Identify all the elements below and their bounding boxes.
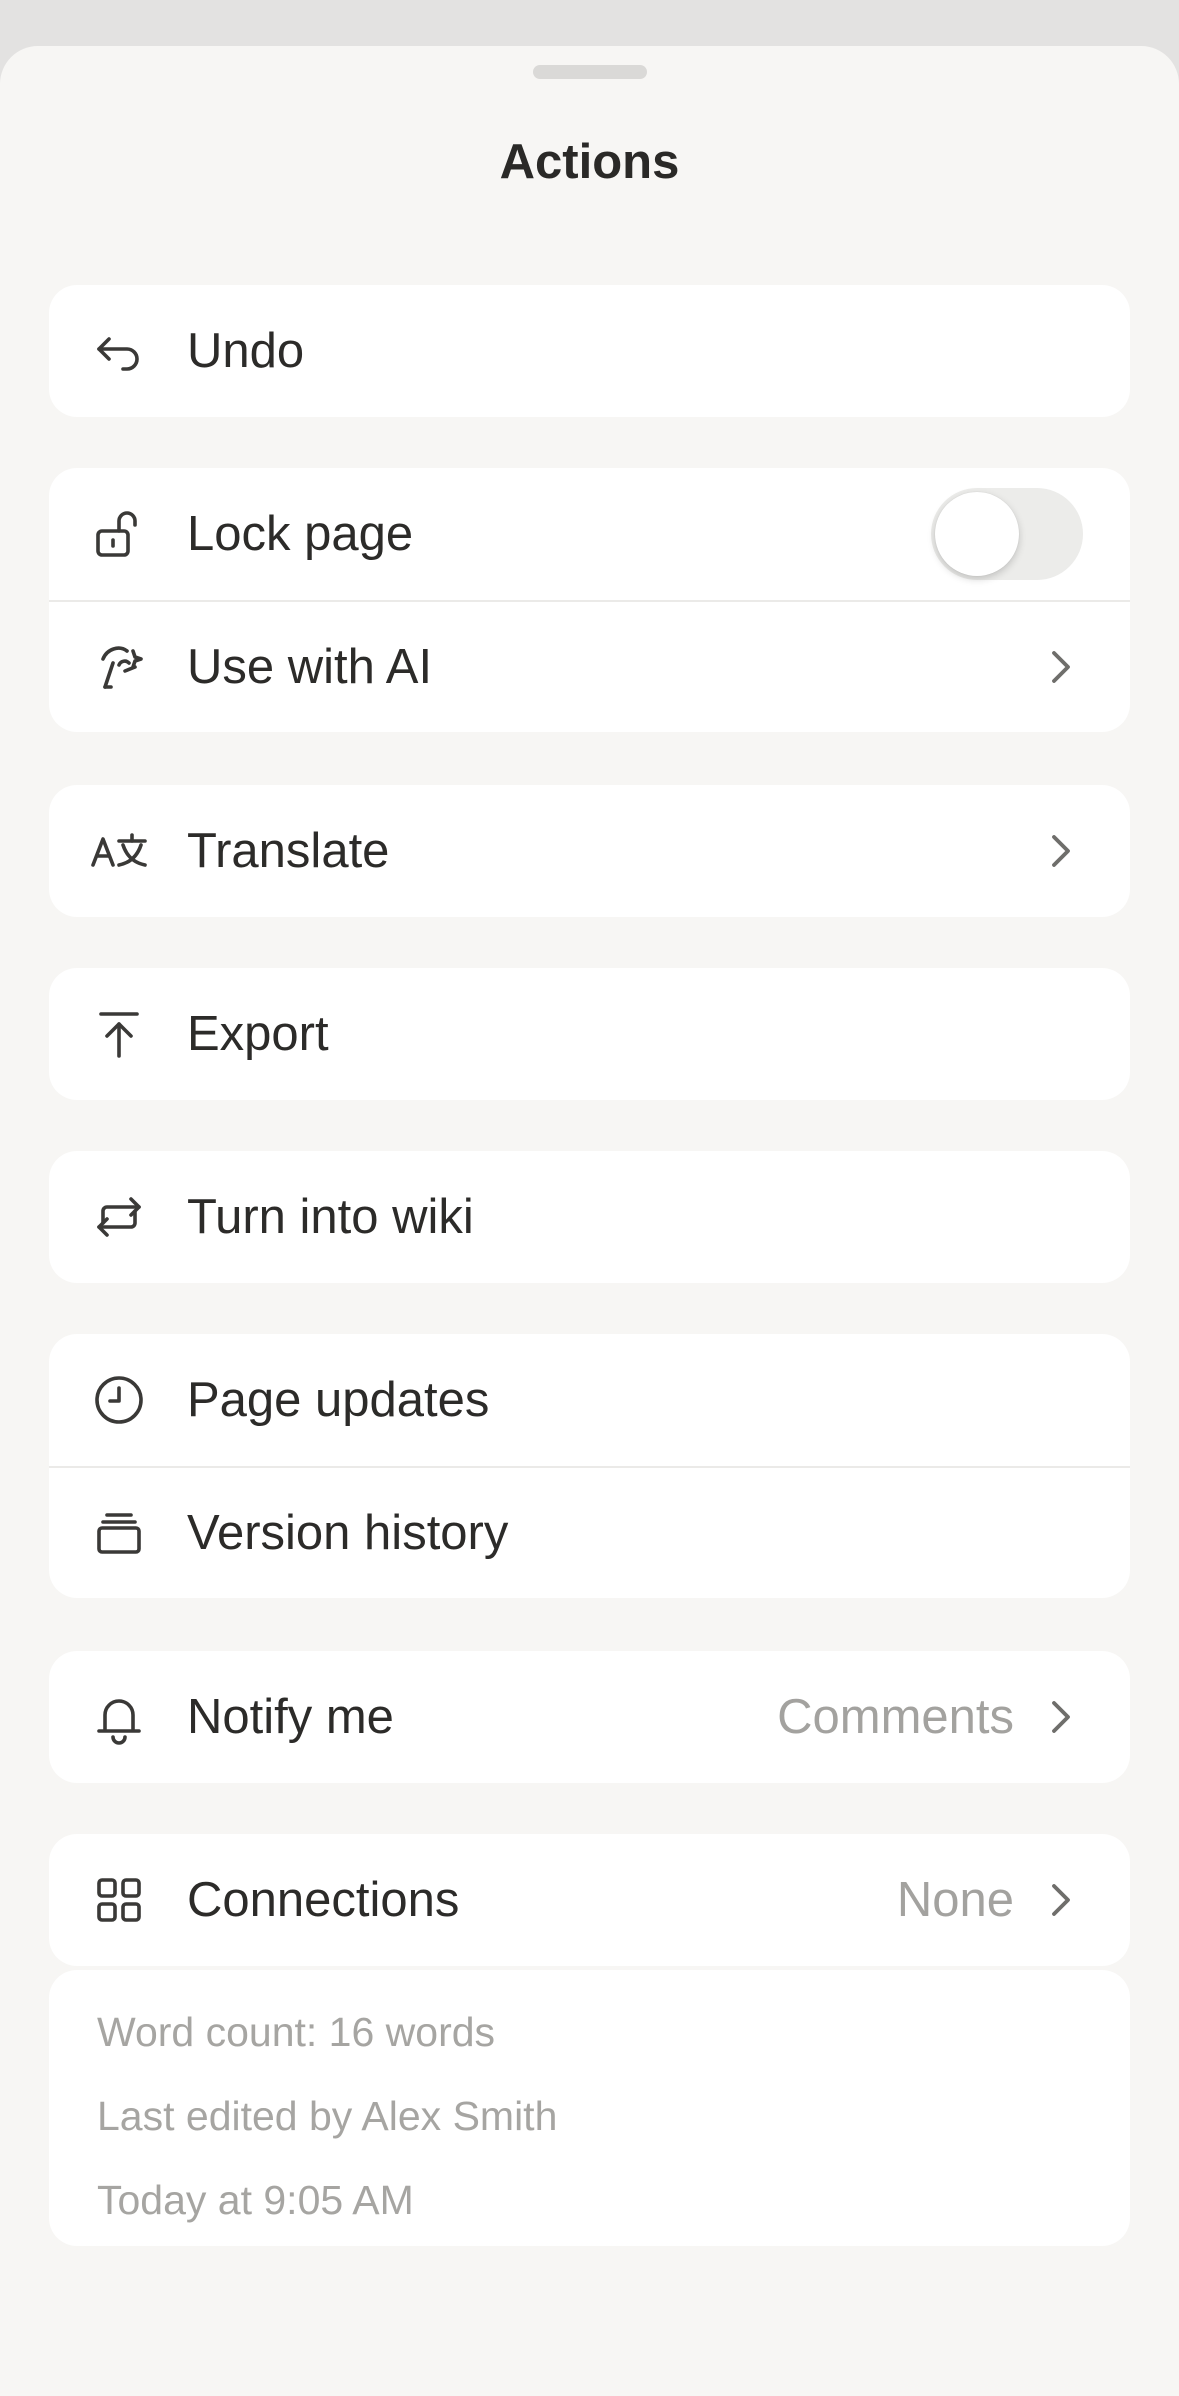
chevron-right-icon (1042, 1693, 1078, 1741)
chevron-right-icon (1042, 643, 1078, 691)
version-history-row[interactable]: Version history (49, 1466, 1130, 1598)
translate-group: Translate (49, 785, 1130, 917)
last-edited-by-text: Last edited by Alex Smith (97, 2093, 558, 2139)
translate-icon (89, 821, 149, 881)
page-info-card: Word count: 16 words Last edited by Alex… (49, 1970, 1130, 2246)
undo-button[interactable]: Undo (49, 285, 1130, 417)
connections-group: Connections None (49, 1834, 1130, 1966)
lock-page-toggle[interactable] (931, 488, 1083, 580)
notify-me-row[interactable]: Notify me Comments (49, 1651, 1130, 1783)
toggle-knob (935, 492, 1019, 576)
translate-row[interactable]: Translate (49, 785, 1130, 917)
convert-arrows-icon (89, 1187, 149, 1247)
version-history-label: Version history (187, 1506, 509, 1560)
sheet-grabber[interactable] (533, 65, 647, 79)
wiki-group: Turn into wiki (49, 1151, 1130, 1283)
chevron-right-icon (1042, 827, 1078, 875)
turn-into-wiki-row[interactable]: Turn into wiki (49, 1151, 1130, 1283)
lock-page-label: Lock page (187, 507, 414, 561)
undo-arrow-icon (89, 321, 149, 381)
version-stack-icon (89, 1503, 149, 1563)
sheet-title: Actions (499, 135, 680, 189)
use-with-ai-row[interactable]: Use with AI (49, 600, 1130, 732)
export-group: Export (49, 968, 1130, 1100)
page-updates-row[interactable]: Page updates (49, 1334, 1130, 1466)
history-group: Page updates Version history (49, 1334, 1130, 1598)
turn-into-wiki-label: Turn into wiki (187, 1190, 474, 1244)
notify-me-label: Notify me (187, 1690, 394, 1744)
page-updates-label: Page updates (187, 1373, 490, 1427)
lock-ai-group: Lock page Use with AI (49, 468, 1130, 732)
export-label: Export (187, 1007, 329, 1061)
notify-group: Notify me Comments (49, 1651, 1130, 1783)
notify-me-value: Comments (777, 1690, 1014, 1744)
word-count-text: Word count: 16 words (97, 2009, 496, 2055)
clock-icon (89, 1370, 149, 1430)
use-with-ai-label: Use with AI (187, 640, 433, 694)
bell-icon (89, 1687, 149, 1747)
connections-row[interactable]: Connections None (49, 1834, 1130, 1966)
last-edited-time-text: Today at 9:05 AM (97, 2177, 414, 2223)
chevron-right-icon (1042, 1876, 1078, 1924)
connections-value: None (896, 1873, 1014, 1927)
undo-label: Undo (187, 324, 305, 378)
connections-label: Connections (187, 1873, 460, 1927)
translate-label: Translate (187, 824, 390, 878)
ai-face-icon (89, 637, 149, 697)
export-row[interactable]: Export (49, 968, 1130, 1100)
grid-icon (89, 1870, 149, 1930)
lock-page-row[interactable]: Lock page (49, 468, 1130, 600)
export-arrow-up-icon (89, 1004, 149, 1064)
undo-group: Undo (49, 285, 1130, 417)
unlocked-padlock-icon (89, 504, 149, 564)
